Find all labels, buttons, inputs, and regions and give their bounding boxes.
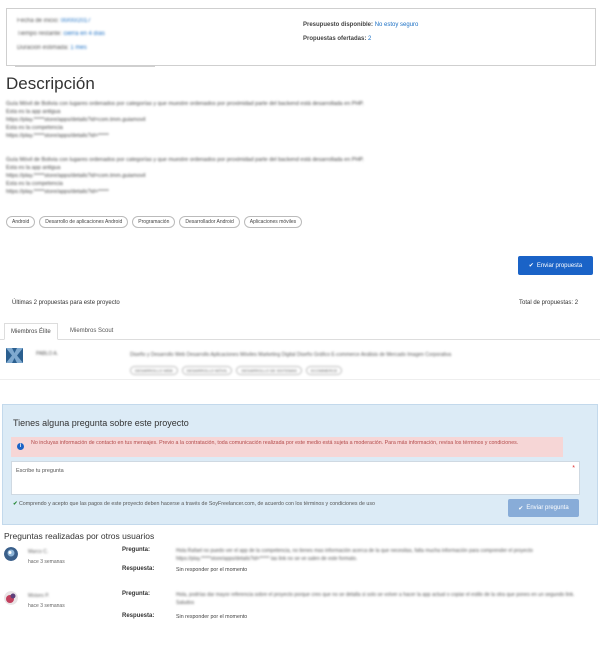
member-chip: DESARROLLO MÓVIL <box>181 366 233 375</box>
offers-value: 2 <box>368 36 372 42</box>
tag-programming[interactable]: Programación <box>132 216 176 228</box>
asked-questions-title: Preguntas realizadas por otros usuarios <box>4 531 155 541</box>
question-author: Moises P. <box>28 593 50 599</box>
duration-label: Duración estimada: <box>17 45 69 51</box>
offers-row: Propuestas ofertadas: 2 <box>303 36 371 42</box>
contact-warning-alert: i No incluyas información de contacto en… <box>11 437 563 457</box>
description-line: Guía Móvil de Bolivia con lugares ordena… <box>6 101 364 107</box>
description-block-2: Guía Móvil de Bolivia con lugares ordena… <box>6 156 426 196</box>
question-text: Hola, podrías dar mayor referencia sobre… <box>176 592 575 606</box>
contact-warning-text: No incluyas información de contacto en t… <box>31 440 519 446</box>
tab-scout-members[interactable]: Miembros Scout <box>64 323 119 340</box>
check-icon: ✔ <box>528 263 534 269</box>
ask-question-panel: Tienes alguna pregunta sobre este proyec… <box>2 404 598 525</box>
project-summary: Fecha de inicio: 00/00/2017 Tiempo resta… <box>6 8 596 67</box>
send-question-button[interactable]: ✔ Enviar pregunta <box>508 499 579 517</box>
description-line: https://play.*****store/apps/details?id=… <box>6 133 109 139</box>
duration-value: 1 mes <box>70 45 87 51</box>
tag-android-developer[interactable]: Desarrollador Android <box>179 216 240 228</box>
total-proposals-label: Total de propuestas: 2 <box>519 300 579 306</box>
answer-label: Respuesta: <box>122 613 155 619</box>
member-skill-chips: DESARROLLO WEB DESARROLLO MÓVIL DESARROL… <box>130 366 343 375</box>
description-line: Esta es la competencia <box>6 125 63 131</box>
description-line: Esta es la app antigua <box>6 109 61 115</box>
check-icon: ✔ <box>518 505 524 512</box>
user-avatar-icon <box>4 591 18 605</box>
start-date-value: 00/00/2017 <box>60 18 91 24</box>
budget-row: Presupuesto disponible: No estoy seguro <box>303 22 418 28</box>
ask-question-title: Tienes alguna pregunta sobre este proyec… <box>13 418 189 428</box>
user-avatar-icon <box>4 547 18 561</box>
question-time: hace 3 semanas <box>28 559 65 565</box>
answer-text: Sin responder por el momento <box>176 614 248 620</box>
member-chip: DESARROLLO WEB <box>130 366 178 375</box>
description-line: Esta es la competencia <box>6 181 63 187</box>
start-date-row: Fecha de inicio: 00/00/2017 <box>17 18 91 24</box>
send-proposal-label: Enviar propuesta <box>536 262 583 269</box>
info-icon: i <box>17 443 24 450</box>
member-tabs: Miembros Élite Miembros Scout <box>0 323 600 340</box>
check-icon: ✔ <box>13 501 18 507</box>
member-chip: ECOMMERCE <box>305 366 343 375</box>
member-avatar-icon <box>6 348 23 363</box>
question-author: Marco C. <box>28 549 49 555</box>
send-proposal-button[interactable]: ✔ Enviar propuesta <box>518 256 593 275</box>
skill-tags: Android Desarrollo de aplicaciones Andro… <box>6 216 303 228</box>
question-placeholder: Escribe tu pregunta <box>16 468 64 474</box>
remaining-value: cierra en 4 días <box>63 31 105 37</box>
description-line: https://play.*****store/apps/details?id=… <box>6 189 109 195</box>
question-time: hace 3 semanas <box>28 603 65 609</box>
remaining-label: Tiempo restante: <box>17 31 62 37</box>
description-line: https://play.*****store/apps/details?id=… <box>6 117 146 123</box>
budget-value: No estoy seguro <box>374 22 419 28</box>
duration-row: Duración estimada: 1 mes <box>17 45 87 51</box>
summary-divider <box>15 66 155 67</box>
description-line: Guía Móvil de Bolivia con lugares ordena… <box>6 157 364 163</box>
last-proposals-label: Últimas 2 propuestas para este proyecto <box>12 300 120 306</box>
answer-text: Sin responder por el momento <box>176 567 248 573</box>
member-chip: DESARROLLO DE SISTEMAS <box>236 366 302 375</box>
start-date-label: Fecha de inicio: <box>17 18 60 24</box>
required-mark: * <box>572 465 575 472</box>
description-line: Esta es la app antigua <box>6 165 61 171</box>
question-textarea[interactable]: Escribe tu pregunta * <box>11 461 580 495</box>
description-title: Descripción <box>6 74 95 93</box>
question-label: Pregunta: <box>122 547 151 553</box>
tab-elite-members[interactable]: Miembros Élite <box>4 323 58 340</box>
offers-label: Propuestas ofertadas: <box>303 36 367 42</box>
send-question-label: Enviar pregunta <box>526 505 569 511</box>
answer-label: Respuesta: <box>122 566 155 572</box>
tag-android[interactable]: Android <box>6 216 36 228</box>
budget-label: Presupuesto disponible: <box>303 22 374 28</box>
question-label: Pregunta: <box>122 591 151 597</box>
member-skills: Diseño y Desarrollo Web Desarrollo Aplic… <box>130 352 452 358</box>
tag-mobile-apps[interactable]: Aplicaciones móviles <box>243 216 303 228</box>
description-line: https://play.*****store/apps/details?id=… <box>6 173 146 179</box>
remaining-row: Tiempo restante: cierra en 4 días <box>17 31 105 37</box>
member-row: PABLO A. Diseño y Desarrollo Web Desarro… <box>0 344 600 380</box>
terms-acceptance[interactable]: ✔ Comprendo y acepto que las pagos de es… <box>13 501 375 507</box>
terms-text: Comprendo y acepto que las pagos de este… <box>18 501 375 507</box>
tag-android-app-dev[interactable]: Desarrollo de aplicaciones Android <box>39 216 129 228</box>
description-block-1: Guía Móvil de Bolivia con lugares ordena… <box>6 100 426 140</box>
member-name[interactable]: PABLO A. <box>36 351 58 357</box>
question-text: Hola Rafael no puedo ver el app de la co… <box>176 548 533 562</box>
